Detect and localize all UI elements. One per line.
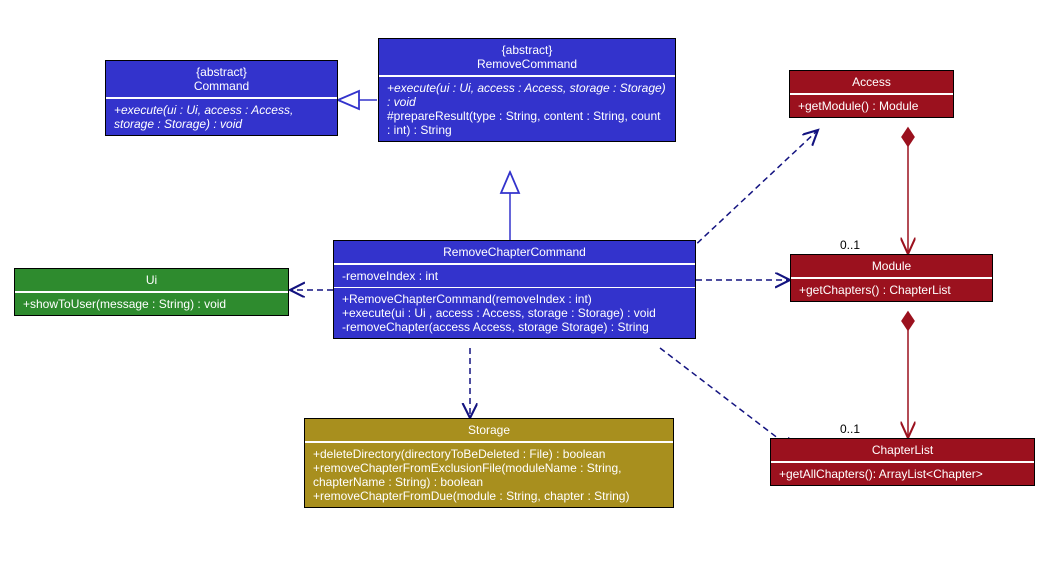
class-remove-command: {abstract} RemoveCommand +execute(ui : U…	[378, 38, 676, 142]
methods: +getChapters() : ChapterList	[791, 279, 992, 301]
attributes: -removeIndex : int	[334, 265, 695, 288]
class-access: Access +getModule() : Module	[789, 70, 954, 118]
methods: +execute(ui : Ui, access : Access, stora…	[379, 77, 675, 141]
class-name: Access	[852, 75, 891, 89]
class-command: {abstract} Command +execute(ui : Ui, acc…	[105, 60, 338, 136]
methods: +execute(ui : Ui, access : Access, stora…	[106, 99, 337, 135]
class-ui: Ui +showToUser(message : String) : void	[14, 268, 289, 316]
class-name: Ui	[146, 273, 157, 287]
methods: +getModule() : Module	[790, 95, 953, 117]
stereotype: {abstract}	[387, 43, 667, 57]
class-name: RemoveCommand	[477, 57, 577, 71]
dep-rcc-access	[690, 130, 818, 250]
class-storage: Storage +deleteDirectory(directoryToBeDe…	[304, 418, 674, 508]
class-name: Module	[872, 259, 911, 273]
methods: +showToUser(message : String) : void	[15, 293, 288, 315]
methods: +deleteDirectory(directoryToBeDeleted : …	[305, 443, 673, 507]
class-chapter-list: ChapterList +getAllChapters(): ArrayList…	[770, 438, 1035, 486]
class-name: ChapterList	[872, 443, 933, 457]
class-name: Command	[194, 79, 249, 93]
class-name: Storage	[468, 423, 510, 437]
dep-rcc-chapterlist	[660, 348, 796, 452]
stereotype: {abstract}	[114, 65, 329, 79]
class-module: Module +getChapters() : ChapterList	[790, 254, 993, 302]
mult-module-chapterlist: 0..1	[840, 422, 860, 436]
class-name: RemoveChapterCommand	[443, 245, 586, 259]
methods: +RemoveChapterCommand(removeIndex : int)…	[334, 288, 695, 338]
class-remove-chapter-command: RemoveChapterCommand -removeIndex : int …	[333, 240, 696, 339]
mult-access-module: 0..1	[840, 238, 860, 252]
methods: +getAllChapters(): ArrayList<Chapter>	[771, 463, 1034, 485]
